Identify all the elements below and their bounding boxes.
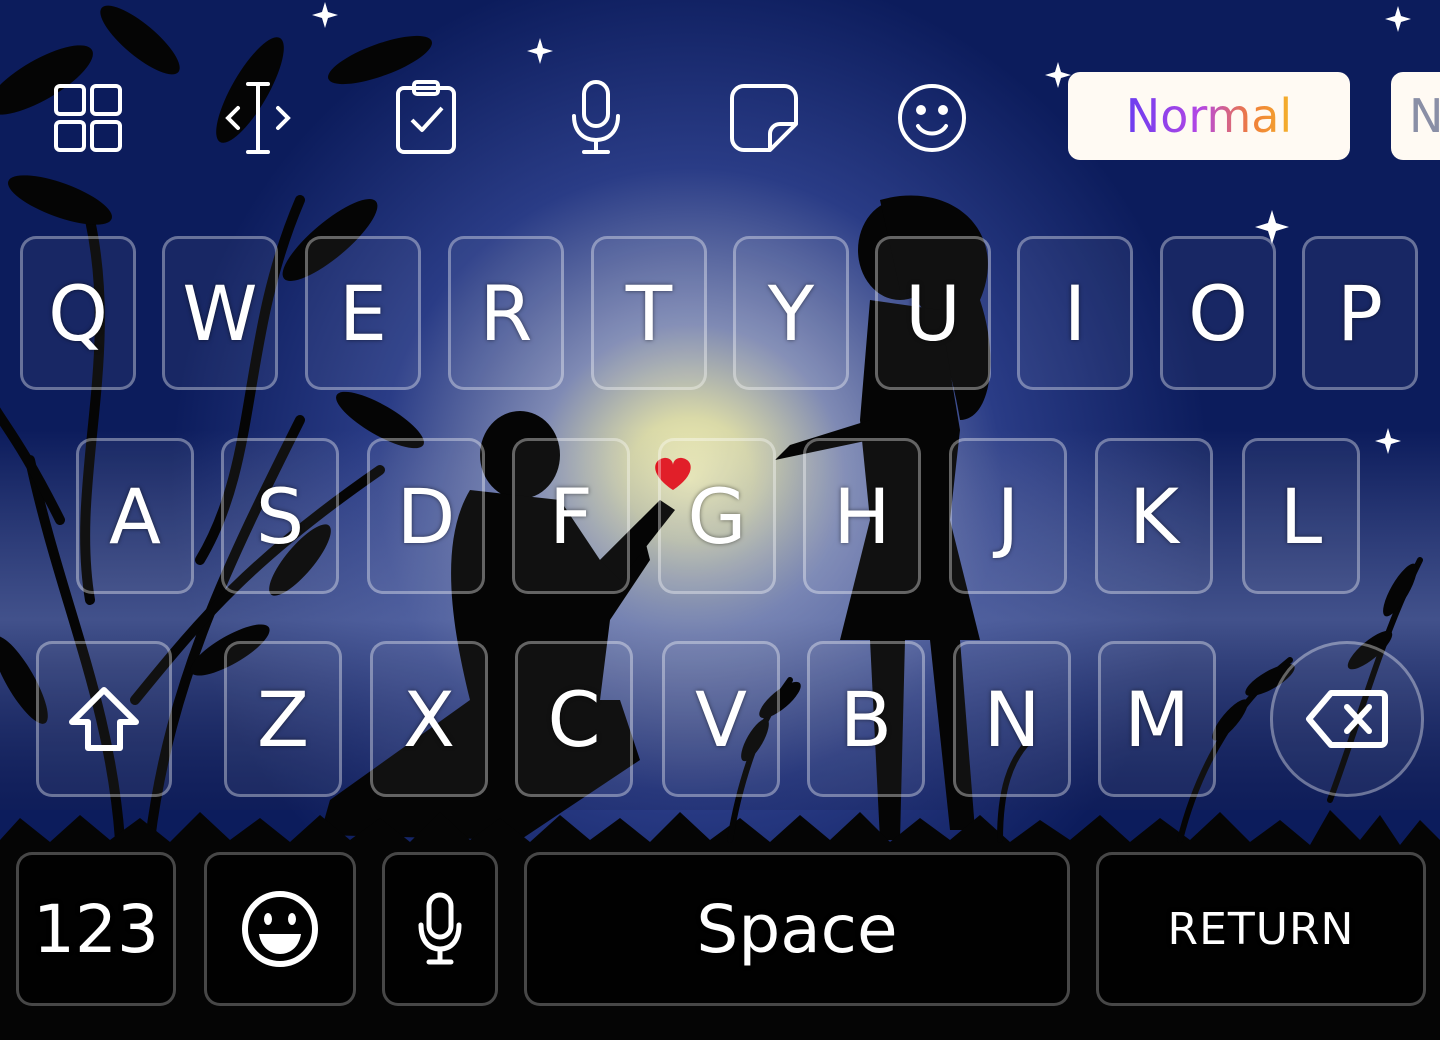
return-key[interactable]: RETURN: [1096, 852, 1426, 1006]
emoji-key[interactable]: [204, 852, 356, 1006]
key-f[interactable]: F: [512, 438, 630, 594]
grid-icon[interactable]: [48, 78, 128, 158]
clipboard-icon[interactable]: [386, 78, 466, 158]
shift-key[interactable]: [36, 641, 172, 797]
key-m[interactable]: M: [1098, 641, 1216, 797]
font-style-normal-chip[interactable]: Normal: [1068, 72, 1350, 160]
space-key[interactable]: Space: [524, 852, 1070, 1006]
microphone-icon: [418, 892, 462, 965]
cursor-move-icon[interactable]: [218, 78, 298, 158]
voice-input-key[interactable]: [382, 852, 498, 1006]
smiley-icon[interactable]: [892, 78, 972, 158]
key-l[interactable]: L: [1242, 438, 1360, 594]
key-u[interactable]: U: [875, 236, 991, 390]
key-x[interactable]: X: [370, 641, 488, 797]
font-style-next-chip[interactable]: N: [1391, 72, 1440, 160]
sticker-icon[interactable]: [724, 78, 804, 158]
key-v[interactable]: V: [662, 641, 780, 797]
key-k[interactable]: K: [1095, 438, 1213, 594]
key-q[interactable]: Q: [20, 236, 136, 390]
key-j[interactable]: J: [949, 438, 1067, 594]
key-h[interactable]: H: [803, 438, 921, 594]
key-a[interactable]: A: [76, 438, 194, 594]
microphone-icon[interactable]: [556, 78, 636, 158]
key-s[interactable]: S: [221, 438, 339, 594]
numbers-key[interactable]: 123: [16, 852, 176, 1006]
key-b[interactable]: B: [807, 641, 925, 797]
key-o[interactable]: O: [1160, 236, 1276, 390]
key-w[interactable]: W: [162, 236, 278, 390]
key-z[interactable]: Z: [224, 641, 342, 797]
key-g[interactable]: G: [658, 438, 776, 594]
key-y[interactable]: Y: [733, 236, 849, 390]
backspace-icon: [1306, 690, 1388, 748]
font-style-next-label: N: [1409, 89, 1440, 143]
key-d[interactable]: D: [367, 438, 485, 594]
key-p[interactable]: P: [1302, 236, 1418, 390]
key-n[interactable]: N: [953, 641, 1071, 797]
key-r[interactable]: R: [448, 236, 564, 390]
key-t[interactable]: T: [591, 236, 707, 390]
key-c[interactable]: C: [515, 641, 633, 797]
emoji-icon: [242, 891, 318, 967]
font-style-normal-label: Normal: [1125, 89, 1293, 143]
backspace-key[interactable]: [1270, 641, 1424, 797]
key-e[interactable]: E: [305, 236, 421, 390]
key-i[interactable]: I: [1017, 236, 1133, 390]
shift-icon: [69, 687, 139, 751]
